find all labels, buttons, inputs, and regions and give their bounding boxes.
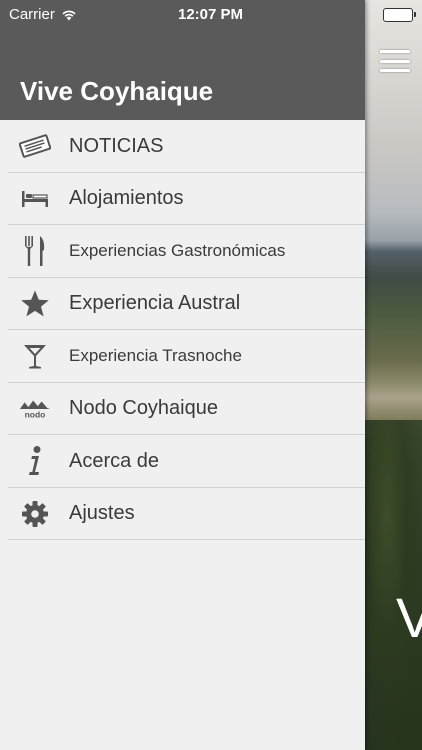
status-time: 12:07 PM [178,6,244,23]
drawer-title: Vive Coyhaique [20,76,214,106]
menu-item-label: Acerca de [69,449,160,472]
menu-item-noticias[interactable]: NOTICIAS [0,120,365,173]
bed-icon [18,182,52,216]
menu-item-label: NOTICIAS [69,134,164,157]
gear-icon [18,497,52,531]
drawer-header: Carrier 12:07 PM Vive Coyhaique [0,0,365,120]
nodo-logo-icon: nodo [18,392,52,426]
menu-item-austral[interactable]: Experiencia Austral [0,278,365,331]
menu-item-nodo[interactable]: nodo Nodo Coyhaique [0,383,365,436]
drawer-menu: NOTICIAS Alojamientos Experiencias Gastr… [0,120,365,540]
hamburger-line [380,50,410,53]
photo-overlay-text: V [396,586,422,649]
svg-text:nodo: nodo [25,409,46,419]
menu-item-label: Experiencia Trasnoche [69,346,242,366]
newspaper-icon [18,129,52,163]
menu-item-label: Alojamientos [69,187,184,210]
menu-item-label: Ajustes [69,502,135,525]
status-bar: Carrier 12:07 PM [0,0,365,30]
menu-item-gastronomicas[interactable]: Experiencias Gastronómicas [0,225,365,278]
carrier-label: Carrier [9,6,55,23]
hamburger-line [380,59,410,63]
info-icon [18,444,52,478]
hamburger-menu-button[interactable] [380,50,410,72]
carrier-info: Carrier [9,6,77,23]
battery-icon [383,8,416,22]
menu-item-ajustes[interactable]: Ajustes [0,488,365,541]
menu-item-label: Nodo Coyhaique [69,397,218,420]
cocktail-glass-icon [18,339,52,373]
menu-item-label: Experiencias Gastronómicas [69,241,286,261]
menu-item-alojamientos[interactable]: Alojamientos [0,173,365,226]
side-drawer: Carrier 12:07 PM Vive Coyhaique NOTICIAS… [0,0,365,750]
menu-item-trasnoche[interactable]: Experiencia Trasnoche [0,330,365,383]
fork-knife-icon [18,234,52,268]
menu-item-acerca[interactable]: Acerca de [0,435,365,488]
menu-item-label: Experiencia Austral [69,292,241,315]
wifi-icon [62,10,76,20]
star-icon [18,287,52,321]
hamburger-line [380,69,410,72]
